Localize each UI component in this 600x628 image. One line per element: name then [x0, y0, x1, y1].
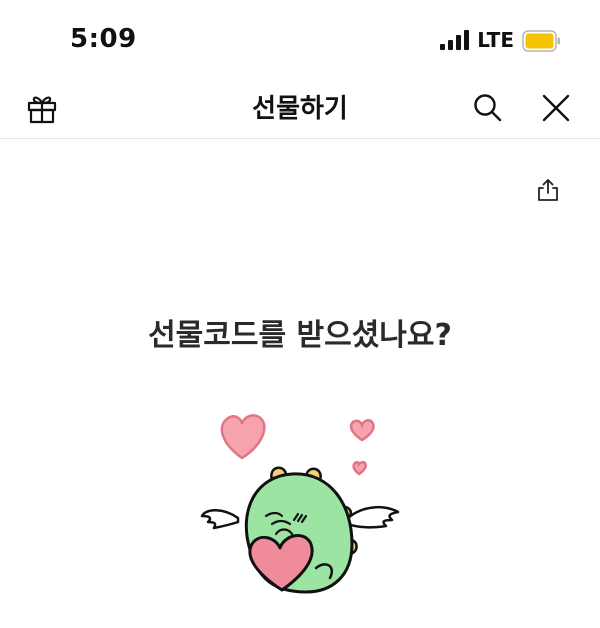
page-title: 선물하기 — [252, 94, 348, 124]
signal-icon — [440, 30, 470, 50]
dinosaur-illustration — [180, 400, 420, 624]
wing-icon — [200, 509, 240, 530]
network-label: LTE — [477, 28, 514, 52]
status-indicators: LTE — [440, 28, 560, 52]
heart-icon — [220, 414, 375, 476]
nav-bar: 선물하기 — [0, 80, 600, 139]
battery-icon — [522, 30, 560, 52]
search-icon[interactable] — [468, 88, 508, 128]
wing-icon — [346, 505, 400, 529]
status-time: 5:09 — [70, 24, 137, 54]
close-icon[interactable] — [536, 88, 576, 128]
gift-code-question: 선물코드를 받으셨나요? — [148, 318, 452, 353]
share-icon[interactable] — [530, 172, 566, 208]
status-bar: 5:09 LTE — [0, 0, 600, 80]
